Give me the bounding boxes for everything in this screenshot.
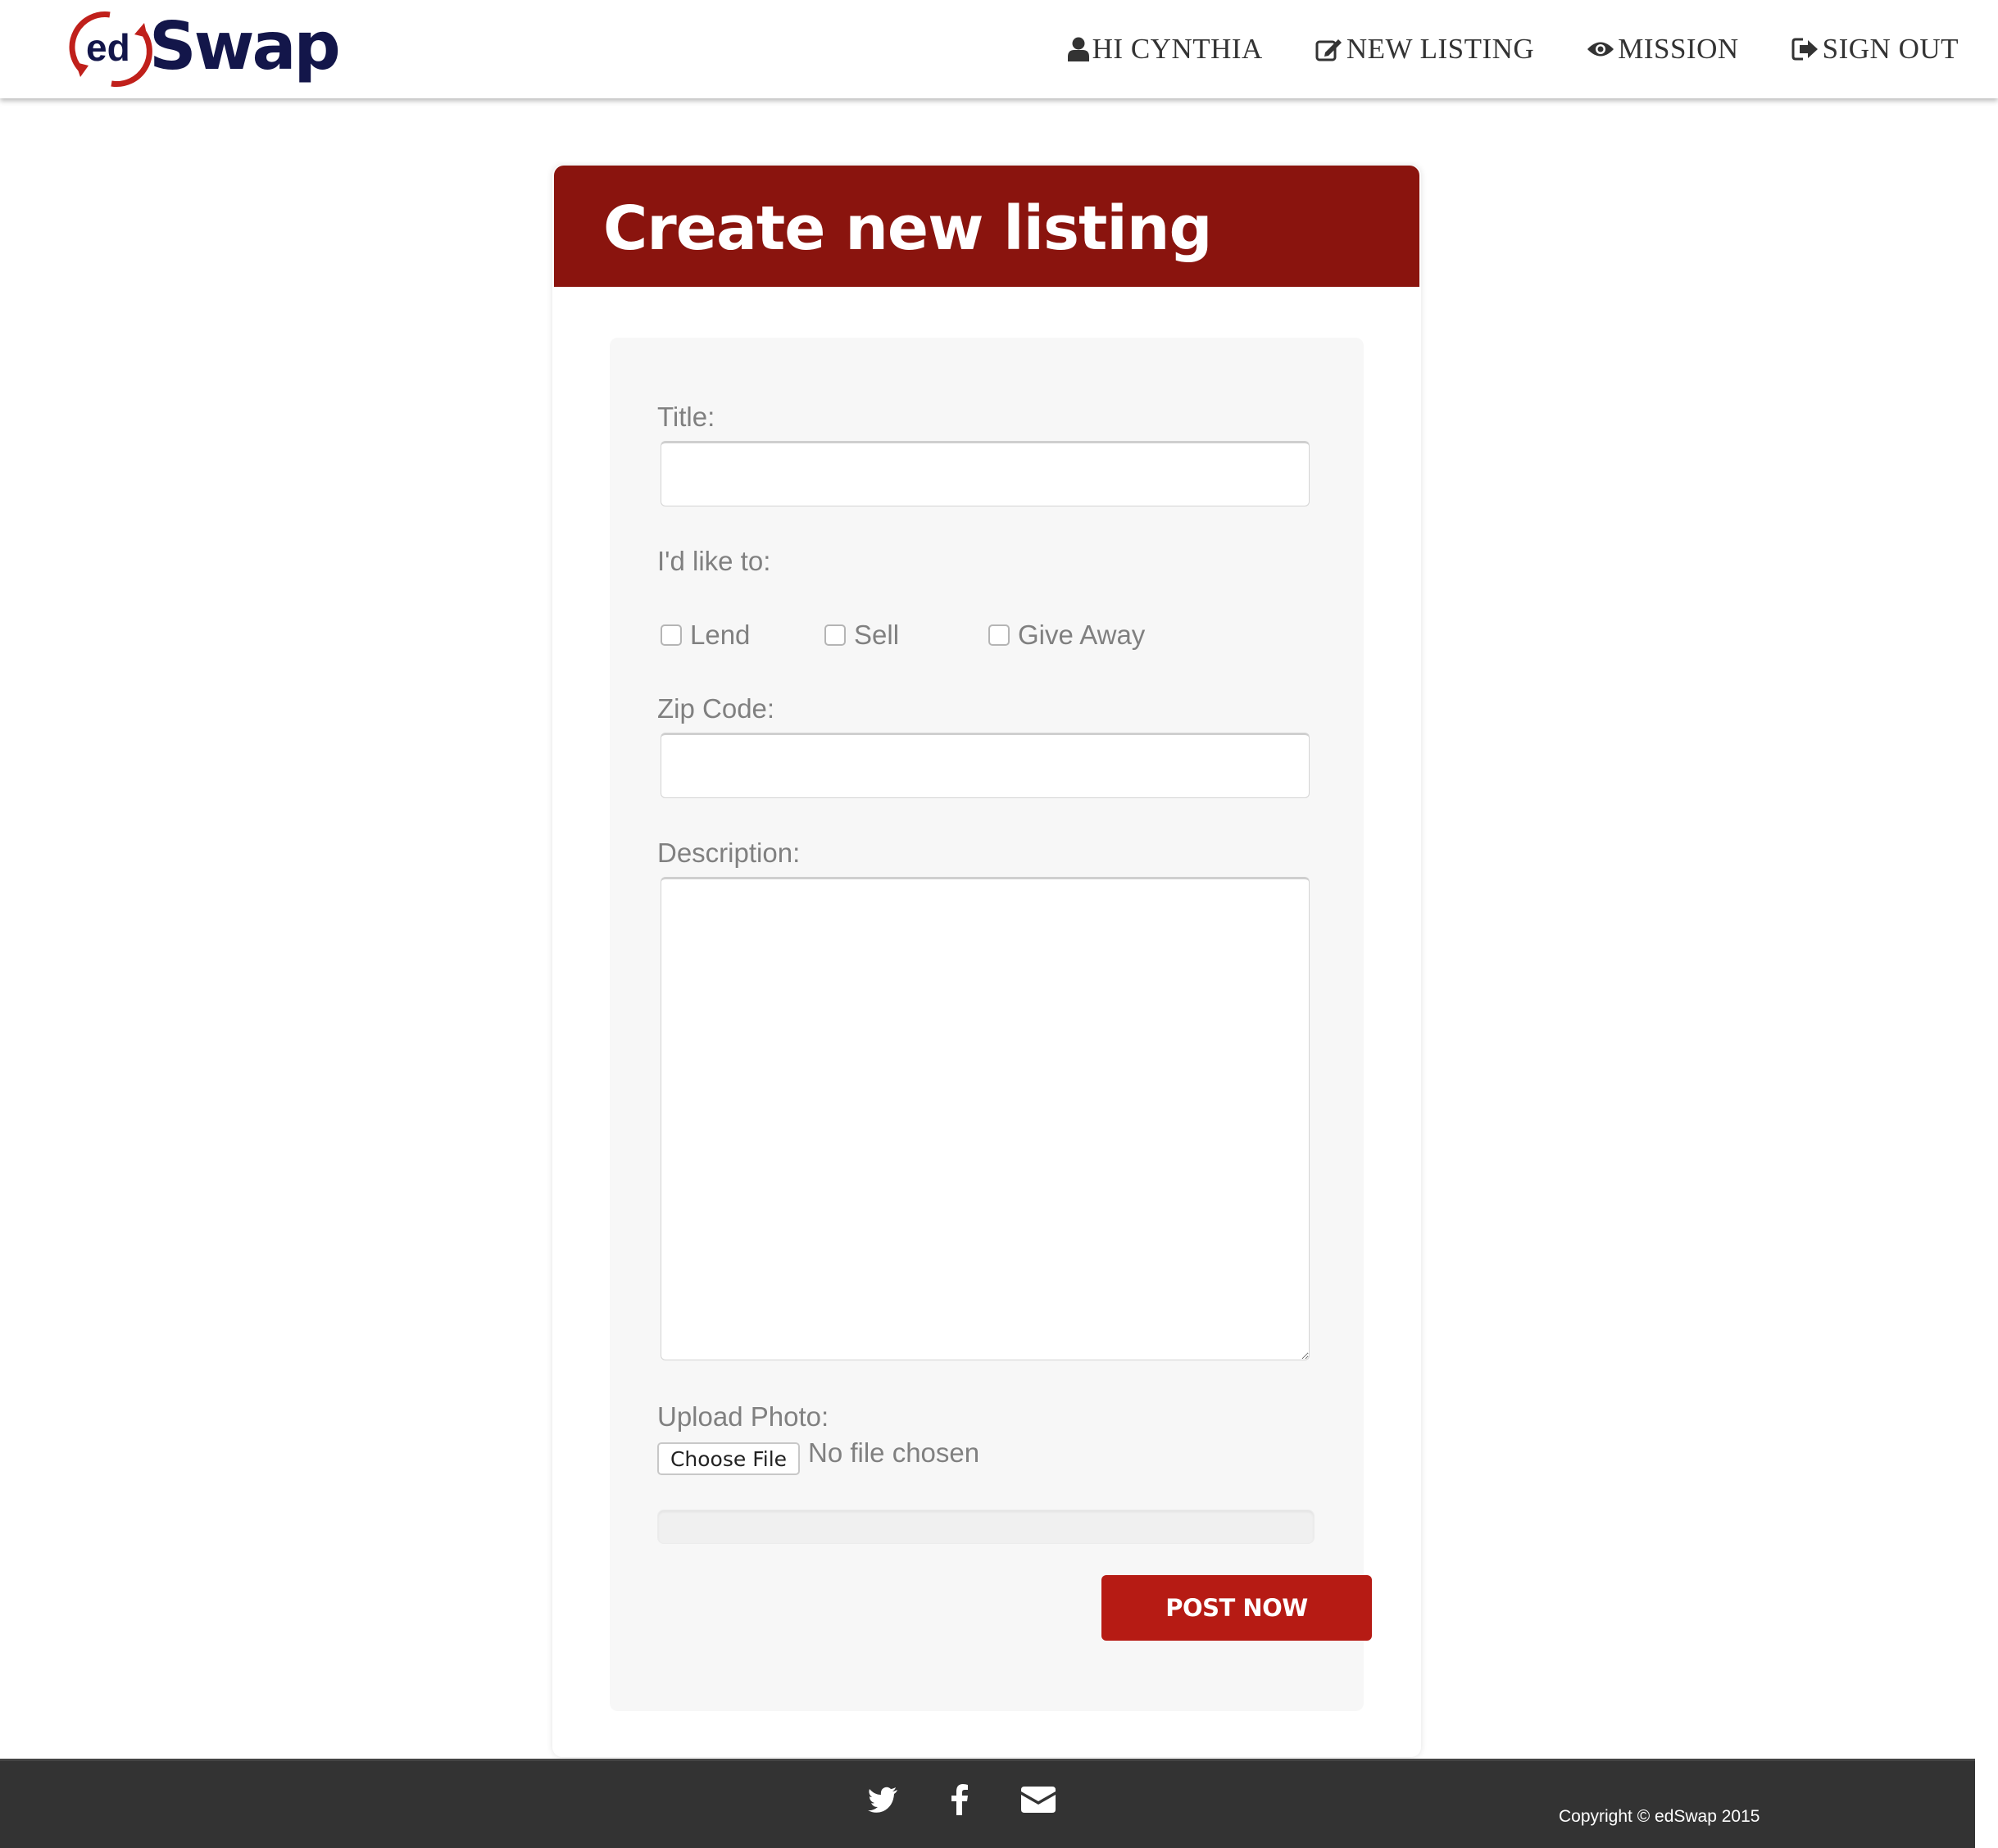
social-links [867,1784,1056,1819]
edit-icon [1315,39,1342,61]
give-away-checkbox[interactable] [988,624,1010,646]
nav-greeting-label: HI CYNTHIA [1092,33,1263,65]
nav-mission[interactable]: MISSION [1587,33,1738,66]
title-label: Title: [657,402,715,432]
eye-icon [1587,42,1614,57]
give-away-option[interactable]: Give Away [988,620,1145,651]
nav-new-listing-label: NEW LISTING [1346,33,1535,65]
no-file-text: No file chosen [808,1437,980,1468]
main-nav: HI CYNTHIA NEW LISTING MISSION SIGN OUT [1067,33,1959,66]
footer: Copyright © edSwap 2015 [0,1759,1975,1848]
sign-out-icon [1791,38,1818,61]
user-icon [1067,37,1089,61]
nav-sign-out-label: SIGN OUT [1822,33,1959,65]
sell-label: Sell [854,620,900,650]
create-listing-card: Create new listing Title: I'd like to: L… [552,166,1421,1757]
page-title: Create new listing [603,193,1212,264]
twitter-icon[interactable] [867,1787,898,1817]
top-navbar: ed Swap HI CYNTHIA NEW LISTING MISSION S… [0,0,1998,98]
lend-label: Lend [690,620,751,650]
title-input[interactable] [661,441,1310,506]
card-header: Create new listing [554,166,1419,287]
description-label: Description: [657,838,801,868]
copyright-text: Copyright © edSwap 2015 [1559,1807,1760,1826]
choose-file-button[interactable]: Choose File [657,1442,800,1475]
nav-sign-out[interactable]: SIGN OUT [1791,33,1959,66]
logo-prefix: ed [86,26,130,69]
nav-greeting[interactable]: HI CYNTHIA [1067,33,1263,66]
sell-checkbox[interactable] [824,624,846,646]
logo-text: Swap [149,8,338,84]
edswap-logo[interactable]: ed Swap [64,7,375,92]
lend-checkbox[interactable] [661,624,682,646]
post-now-button[interactable]: POST NOW [1101,1575,1372,1641]
nav-new-listing[interactable]: NEW LISTING [1315,33,1534,66]
description-textarea[interactable] [661,877,1310,1360]
action-label: I'd like to: [657,546,771,576]
nav-mission-label: MISSION [1618,33,1739,65]
zip-input[interactable] [661,733,1310,798]
lend-option[interactable]: Lend [661,620,750,651]
upload-progress-bar [657,1510,1315,1544]
facebook-icon[interactable] [951,1784,969,1819]
zip-label: Zip Code: [657,693,775,724]
envelope-icon[interactable] [1021,1787,1056,1817]
listing-form: Title: I'd like to: Lend Sell Give Away … [610,338,1372,1711]
upload-label: Upload Photo: [657,1401,829,1432]
sell-option[interactable]: Sell [824,620,899,651]
give-away-label: Give Away [1018,620,1146,650]
